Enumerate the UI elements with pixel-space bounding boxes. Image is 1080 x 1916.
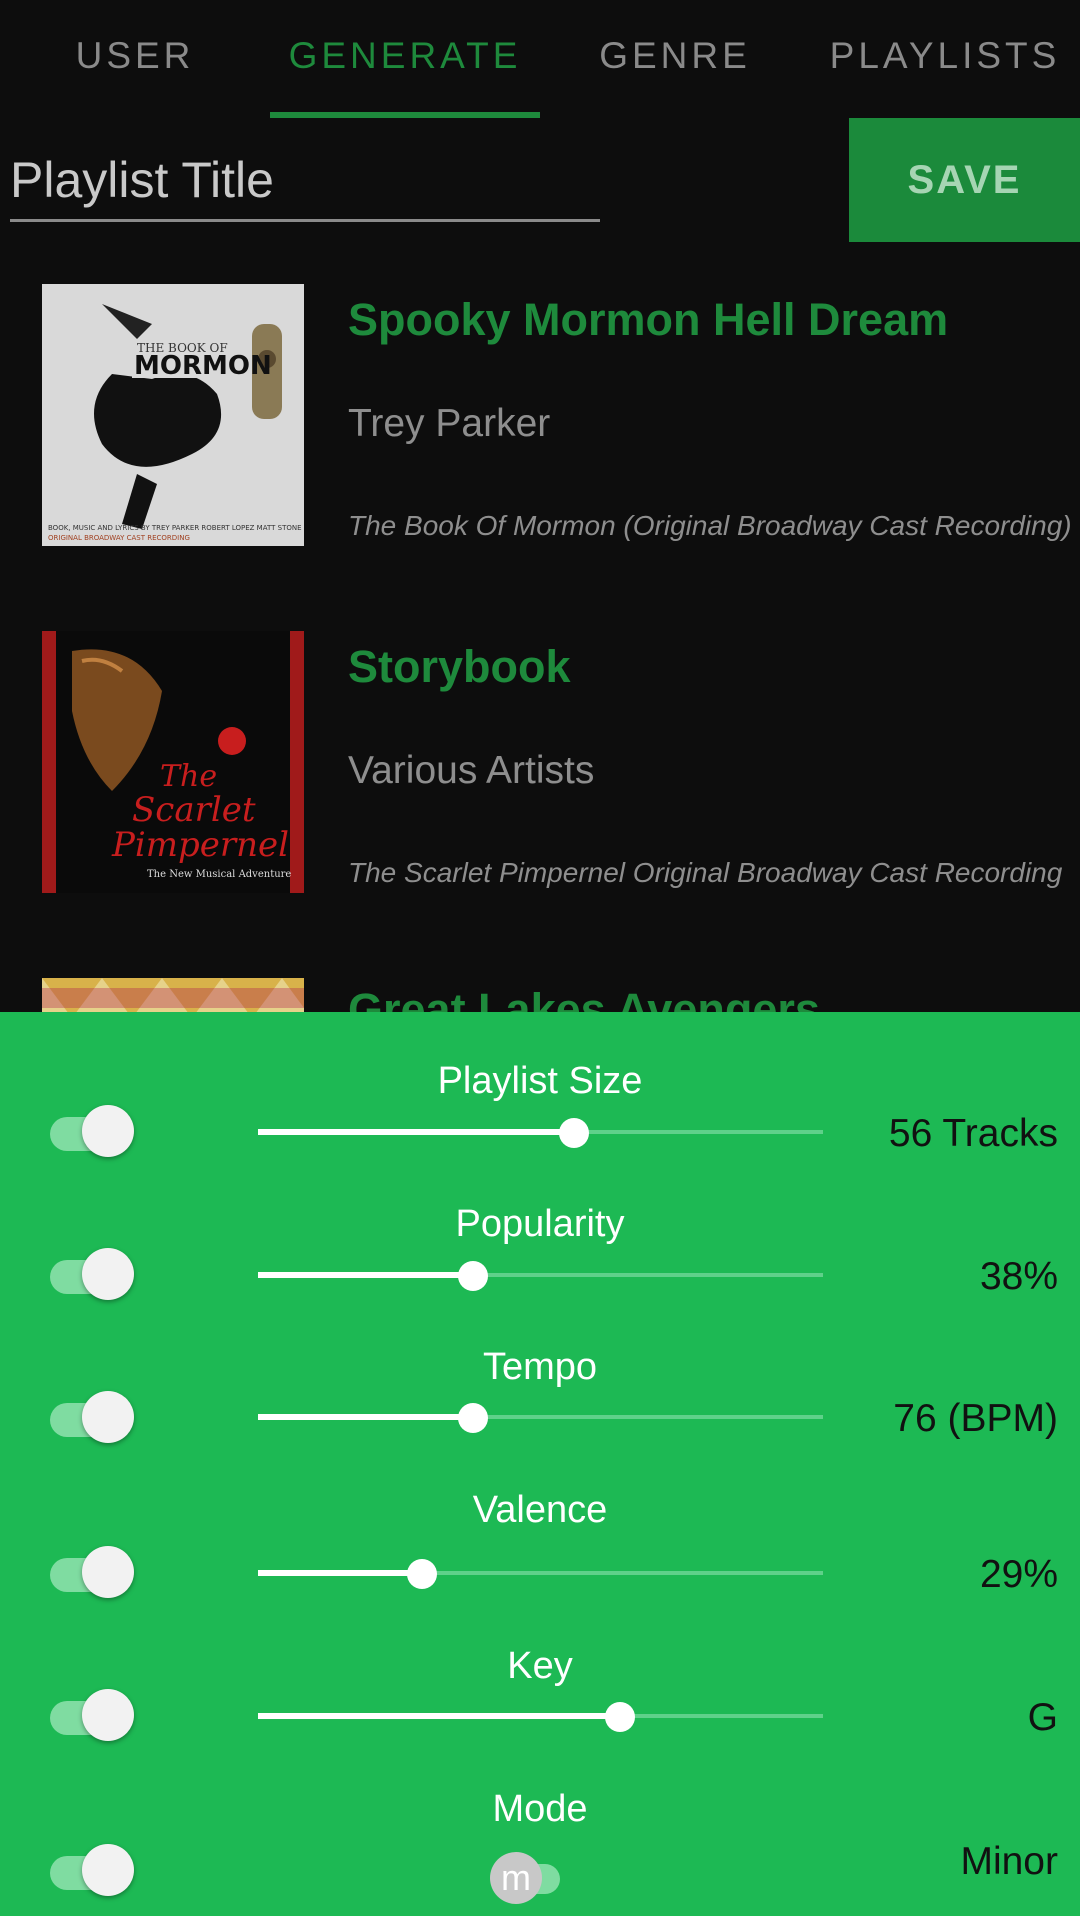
tempo-slider[interactable] — [258, 1397, 823, 1437]
tab-user[interactable]: USER — [0, 0, 270, 118]
valence-label: Valence — [472, 1489, 608, 1531]
save-button[interactable]: SAVE — [849, 118, 1080, 242]
playlist-size-value: 56 Tracks — [888, 1112, 1058, 1155]
toggle-knob — [82, 1689, 134, 1741]
svg-text:ORIGINAL BROADWAY CAST RECORDI: ORIGINAL BROADWAY CAST RECORDING — [48, 534, 190, 542]
svg-text:The New Musical Adventure: The New Musical Adventure — [147, 869, 291, 880]
key-value: G — [1027, 1696, 1058, 1739]
slider-fill — [258, 1713, 620, 1719]
tempo-toggle[interactable] — [50, 1391, 134, 1447]
track-title: Storybook — [348, 641, 571, 692]
tab-user-label: USER — [75, 35, 195, 76]
slider-fill — [258, 1414, 473, 1420]
svg-text:The: The — [160, 759, 217, 794]
mode-value: Minor — [960, 1840, 1058, 1883]
popularity-value: 38% — [979, 1255, 1058, 1298]
key-toggle[interactable] — [50, 1689, 134, 1745]
tempo-value: 76 (BPM) — [893, 1397, 1058, 1440]
popularity-slider[interactable] — [258, 1255, 823, 1295]
mode-switch-letter: m — [501, 1857, 531, 1898]
popularity-toggle[interactable] — [50, 1248, 134, 1304]
key-label: Key — [507, 1645, 573, 1687]
tab-generate[interactable]: GENERATE — [270, 0, 540, 118]
toggle-knob — [82, 1248, 134, 1300]
tab-genre[interactable]: GENRE — [540, 0, 810, 118]
toggle-knob — [82, 1105, 134, 1157]
valence-toggle[interactable] — [50, 1546, 134, 1602]
mode-switch[interactable]: m — [490, 1850, 570, 1906]
valence-value: 29% — [979, 1553, 1058, 1596]
svg-text:BOOK, MUSIC AND LYRICS BY TREY: BOOK, MUSIC AND LYRICS BY TREY PARKER RO… — [48, 524, 302, 532]
track-artist: Various Artists — [348, 749, 595, 792]
slider-fill — [258, 1570, 422, 1576]
playlist-size-toggle[interactable] — [50, 1105, 134, 1161]
svg-text:Pimpernel: Pimpernel — [111, 825, 289, 865]
track-title: Spooky Mormon Hell Dream — [348, 294, 949, 345]
key-slider[interactable] — [258, 1696, 823, 1736]
svg-text:THE BOOK OF: THE BOOK OF — [137, 341, 228, 355]
toggle-knob — [82, 1844, 134, 1896]
svg-text:MORMON: MORMON — [134, 351, 272, 381]
slider-thumb[interactable] — [559, 1118, 590, 1148]
album-cover-scarlet-pimpernel: The Scarlet Pimpernel The New Musical Ad… — [42, 631, 304, 893]
track-row[interactable]: MORMON THE BOOK OF BOOK, MUSIC AND LYRIC… — [0, 270, 1080, 570]
slider-fill — [258, 1272, 473, 1278]
tab-playlists[interactable]: PLAYLISTS — [810, 0, 1080, 118]
tab-bar: USER GENERATE GENRE PLAYLISTS — [0, 0, 1080, 118]
mode-label: Mode — [492, 1788, 588, 1830]
tab-underline — [270, 112, 540, 118]
track-album: The Scarlet Pimpernel Original Broadway … — [348, 857, 1063, 888]
slider-thumb[interactable] — [457, 1261, 488, 1291]
svg-text:Scarlet: Scarlet — [132, 790, 256, 830]
mode-toggle[interactable] — [50, 1844, 134, 1900]
playlist-size-slider[interactable] — [258, 1112, 823, 1152]
toggle-knob — [82, 1546, 134, 1598]
slider-thumb[interactable] — [406, 1559, 437, 1589]
tab-playlists-label: PLAYLISTS — [829, 35, 1061, 76]
slider-fill — [258, 1129, 575, 1135]
toggle-knob — [82, 1391, 134, 1443]
tab-generate-label: GENERATE — [288, 35, 522, 76]
playlist-title-input[interactable] — [10, 140, 600, 222]
track-album: The Book Of Mormon (Original Broadway Ca… — [348, 510, 1072, 541]
tab-genre-label: GENRE — [599, 35, 751, 76]
playlist-size-label: Playlist Size — [437, 1060, 643, 1102]
valence-slider[interactable] — [258, 1553, 823, 1593]
slider-thumb[interactable] — [604, 1702, 635, 1732]
track-row[interactable]: The Scarlet Pimpernel The New Musical Ad… — [0, 617, 1080, 917]
slider-thumb[interactable] — [457, 1403, 488, 1433]
tempo-label: Tempo — [482, 1346, 598, 1388]
mode-switch-knob: m — [490, 1852, 542, 1904]
track-artist: Trey Parker — [348, 402, 551, 445]
album-cover-book-of-mormon: MORMON THE BOOK OF BOOK, MUSIC AND LYRIC… — [42, 284, 304, 546]
popularity-label: Popularity — [455, 1203, 625, 1245]
